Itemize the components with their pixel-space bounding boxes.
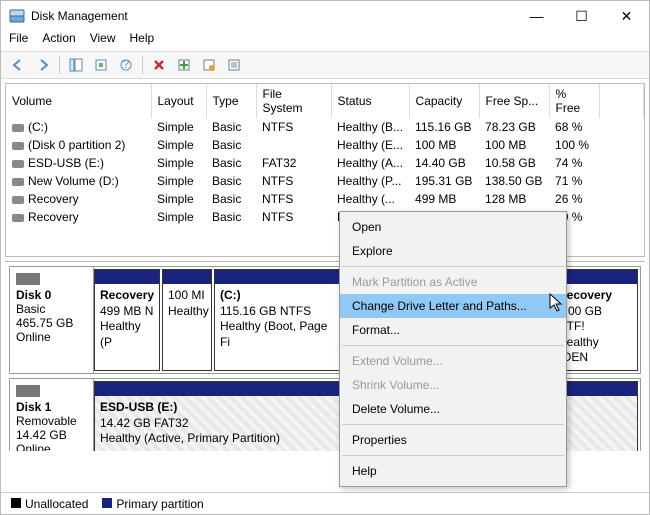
col-type[interactable]: Type (206, 84, 256, 118)
col-capacity[interactable]: Capacity (409, 84, 479, 118)
new-icon[interactable] (173, 54, 195, 76)
menu-action[interactable]: Action (42, 31, 75, 51)
col-volume[interactable]: Volume (6, 84, 151, 118)
ctx-delete[interactable]: Delete Volume... (340, 397, 566, 421)
ctx-open[interactable]: Open (340, 215, 566, 239)
partition[interactable]: 100 MIHealthy (162, 269, 212, 371)
minimize-button[interactable]: — (514, 1, 559, 31)
table-row[interactable]: (Disk 0 partition 2)SimpleBasicHealthy (… (6, 136, 644, 154)
app-icon (9, 8, 25, 24)
ctx-explore[interactable]: Explore (340, 239, 566, 263)
ctx-mark-active: Mark Partition as Active (340, 270, 566, 294)
table-row[interactable]: ESD-USB (E:)SimpleBasicFAT32Healthy (A..… (6, 154, 644, 172)
forward-icon[interactable] (32, 54, 54, 76)
col-fs[interactable]: File System (256, 84, 331, 118)
view-icon[interactable] (65, 54, 87, 76)
disk-1-label: Disk 1 (16, 400, 51, 414)
ctx-properties[interactable]: Properties (340, 428, 566, 452)
svg-text:?: ? (123, 58, 130, 71)
app-title: Disk Management (31, 9, 128, 23)
ctx-change-drive-letter[interactable]: Change Drive Letter and Paths... (340, 294, 566, 318)
col-pct[interactable]: % Free (549, 84, 599, 118)
titlebar: Disk Management — ☐ ✕ (1, 1, 649, 31)
partition[interactable]: Recovery499 MB NHealthy (P (94, 269, 160, 371)
toolbar: ? (1, 51, 649, 79)
close-button[interactable]: ✕ (604, 1, 649, 31)
context-menu: Open Explore Mark Partition as Active Ch… (339, 211, 567, 487)
menu-view[interactable]: View (90, 31, 116, 51)
swatch-primary (102, 498, 112, 508)
col-free[interactable]: Free Sp... (479, 84, 549, 118)
ctx-help[interactable]: Help (340, 459, 566, 483)
help-icon[interactable]: ? (115, 54, 137, 76)
menu-file[interactable]: File (9, 31, 28, 51)
maximize-button[interactable]: ☐ (559, 1, 604, 31)
col-layout[interactable]: Layout (151, 84, 206, 118)
disk-icon (16, 385, 40, 397)
delete-icon[interactable] (148, 54, 170, 76)
properties-icon[interactable] (198, 54, 220, 76)
table-row[interactable]: RecoverySimpleBasicNTFSHealthy (...499 M… (6, 190, 644, 208)
col-status[interactable]: Status (331, 84, 409, 118)
ctx-extend: Extend Volume... (340, 349, 566, 373)
swatch-unallocated (11, 498, 21, 508)
ctx-shrink: Shrink Volume... (340, 373, 566, 397)
back-icon[interactable] (7, 54, 29, 76)
column-headers[interactable]: Volume Layout Type File System Status Ca… (6, 84, 644, 118)
disk-0-label: Disk 0 (16, 288, 51, 302)
refresh-icon[interactable] (90, 54, 112, 76)
menubar: File Action View Help (1, 31, 649, 51)
ctx-format[interactable]: Format... (340, 318, 566, 342)
table-row[interactable]: New Volume (D:)SimpleBasicNTFSHealthy (P… (6, 172, 644, 190)
disk-icon (16, 273, 40, 285)
partition[interactable]: (C:)115.16 GB NTFSHealthy (Boot, Page Fi (214, 269, 340, 371)
cursor-icon (549, 293, 565, 313)
list-icon[interactable] (223, 54, 245, 76)
table-row[interactable]: (C:)SimpleBasicNTFSHealthy (B...115.16 G… (6, 118, 644, 136)
legend: Unallocated Primary partition (1, 492, 649, 514)
menu-help[interactable]: Help (130, 31, 155, 51)
